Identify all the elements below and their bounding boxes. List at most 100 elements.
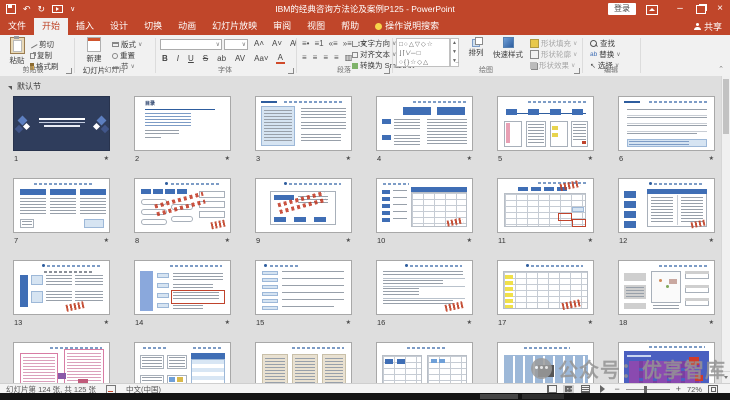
shape-outline-button[interactable]: 形状轮廓∨ <box>530 49 577 60</box>
slide-thumbnail[interactable]: 11★ <box>497 178 594 247</box>
change-case-button[interactable]: Aa˅ <box>252 54 270 63</box>
font-color-button[interactable]: A <box>276 53 285 64</box>
font-name-combo[interactable] <box>160 39 222 50</box>
slide-thumbnail[interactable]: 10★ <box>376 178 473 247</box>
slide-number: 11 <box>498 236 506 245</box>
slide-preview <box>255 178 352 233</box>
justify-button[interactable]: ≡ <box>334 53 339 62</box>
align-left-button[interactable]: ≡ <box>302 53 307 62</box>
slide-thumbnail[interactable]: 18★ <box>618 260 715 329</box>
tell-me-box[interactable]: 操作说明搜索 <box>367 18 447 35</box>
slide-thumbnail[interactable]: 22★ <box>376 342 473 383</box>
reset-button[interactable]: 重置 <box>112 50 135 61</box>
align-right-button[interactable]: ≡ <box>323 53 328 62</box>
copy-button[interactable]: 复制 <box>30 50 52 61</box>
quick-styles-button[interactable]: 快速样式 <box>490 37 526 60</box>
close-button[interactable]: × <box>710 0 730 18</box>
slide-thumbnail[interactable]: 19★ <box>13 342 110 383</box>
tab-view[interactable]: 视图 <box>299 18 333 35</box>
tab-file[interactable]: 文件 <box>0 18 34 35</box>
slides-group-label: 幻灯片 <box>78 65 152 75</box>
slide-thumbnail[interactable]: 20★ <box>134 342 231 383</box>
align-text-button[interactable]: 对齐文本∨ <box>352 49 396 60</box>
slide-number: 15 <box>256 318 264 327</box>
underline-button[interactable]: U <box>186 54 196 63</box>
watermark: 公众号：优享智库 <box>531 354 726 383</box>
tab-help[interactable]: 帮助 <box>333 18 367 35</box>
vertical-scrollbar[interactable] <box>721 76 730 383</box>
tab-design[interactable]: 设计 <box>102 18 136 35</box>
slide-thumbnail[interactable]: 14★ <box>134 260 231 329</box>
animation-star-icon: ★ <box>104 237 109 244</box>
clipboard-dialog-launcher[interactable] <box>66 68 72 74</box>
slide-thumbnail[interactable]: 目录 2★ <box>134 96 231 165</box>
animation-star-icon: ★ <box>346 155 351 162</box>
paragraph-dialog-launcher[interactable] <box>384 68 390 74</box>
minimize-button[interactable]: – <box>670 0 690 18</box>
slide-thumbnail[interactable]: 12★ <box>618 178 715 247</box>
sign-in-button[interactable]: 登录 <box>608 3 636 15</box>
shapes-gallery-scroll[interactable]: ▲▼▼̲ <box>450 38 459 67</box>
slide-thumbnail[interactable]: 8★ <box>134 178 231 247</box>
slide-thumbnail[interactable]: 3★ <box>255 96 352 165</box>
grow-font-button[interactable]: A˄ <box>252 39 266 48</box>
ribbon-tab-row: 文件 开始 插入 设计 切换 动画 幻灯片放映 审阅 视图 帮助 操作说明搜索 <box>0 18 730 35</box>
strikethrough-button[interactable]: S <box>201 54 210 63</box>
shapes-gallery[interactable]: □○△▽◇☆ ⌋⌈\∕─□ ○{}☆◇△ <box>396 38 450 67</box>
copy-label: 复制 <box>37 50 52 61</box>
align-center-button[interactable]: ≡ <box>313 53 318 62</box>
shapes-row: ⌋⌈\∕─□ <box>399 49 447 58</box>
slide-thumbnail[interactable]: 5★ <box>497 96 594 165</box>
collapse-ribbon-chevron-icon[interactable]: ⌃ <box>718 65 724 73</box>
char-spacing-button[interactable]: AV <box>233 54 247 63</box>
font-size-combo[interactable] <box>224 39 248 50</box>
decrease-indent-button[interactable]: «≡ <box>329 39 338 48</box>
shape-fill-button[interactable]: 形状填充∨ <box>530 38 577 49</box>
share-button[interactable]: 共享 <box>694 18 722 35</box>
increase-indent-button[interactable]: »≡ <box>343 39 352 48</box>
replace-button[interactable]: ab替换∨ <box>590 49 621 60</box>
slide-thumbnail[interactable]: 15★ <box>255 260 352 329</box>
tab-slideshow[interactable]: 幻灯片放映 <box>204 18 265 35</box>
italic-button[interactable]: I <box>175 54 181 63</box>
zoom-slider[interactable] <box>626 389 670 390</box>
text-direction-button[interactable]: 文字方向∨ <box>352 38 396 49</box>
animation-star-icon: ★ <box>225 155 230 162</box>
drawing-dialog-launcher[interactable] <box>574 68 580 74</box>
section-header[interactable]: 默认节 <box>8 81 41 92</box>
shrink-font-button[interactable]: A˅ <box>270 39 284 48</box>
shape-fill-icon <box>530 39 539 48</box>
cut-button[interactable]: 剪切 <box>30 39 54 50</box>
layout-button[interactable]: 版式∨ <box>112 39 142 50</box>
numbering-button[interactable]: ≡1 <box>314 39 323 48</box>
paste-button[interactable]: 粘贴 <box>4 37 30 66</box>
replace-label: 替换 <box>599 49 614 60</box>
slide-thumbnail[interactable]: 17★ <box>497 260 594 329</box>
find-button[interactable]: 查找 <box>590 38 615 49</box>
text-shadow-button[interactable]: ab <box>215 54 228 63</box>
slide-thumbnail[interactable]: 4★ <box>376 96 473 165</box>
bullets-button[interactable]: ≡• <box>302 39 309 48</box>
animation-star-icon: ★ <box>709 237 714 244</box>
slide-thumbnail[interactable]: 13★ <box>13 260 110 329</box>
arrange-button[interactable]: 排列 <box>464 37 488 58</box>
slide-thumbnail[interactable]: 7★ <box>13 178 110 247</box>
zoom-slider-knob[interactable] <box>644 386 647 393</box>
tab-insert[interactable]: 插入 <box>68 18 102 35</box>
bold-button[interactable]: B <box>160 54 170 63</box>
slide-thumbnail[interactable]: 16★ <box>376 260 473 329</box>
slide-thumbnail[interactable]: 21★ <box>255 342 352 383</box>
slide-thumbnail[interactable]: 9★ <box>255 178 352 247</box>
tab-animations[interactable]: 动画 <box>170 18 204 35</box>
slide-number: 17 <box>498 318 506 327</box>
ribbon-display-options-icon[interactable] <box>646 5 658 15</box>
tab-review[interactable]: 审阅 <box>265 18 299 35</box>
restore-button[interactable] <box>696 5 706 14</box>
tab-home[interactable]: 开始 <box>34 18 68 35</box>
slide-thumbnail[interactable]: 6★ <box>618 96 715 165</box>
tab-transitions[interactable]: 切换 <box>136 18 170 35</box>
scrollbar-thumb[interactable] <box>723 79 729 134</box>
animation-star-icon: ★ <box>104 319 109 326</box>
slide-thumbnail[interactable]: 1★ <box>13 96 110 165</box>
font-dialog-launcher[interactable] <box>288 68 294 74</box>
